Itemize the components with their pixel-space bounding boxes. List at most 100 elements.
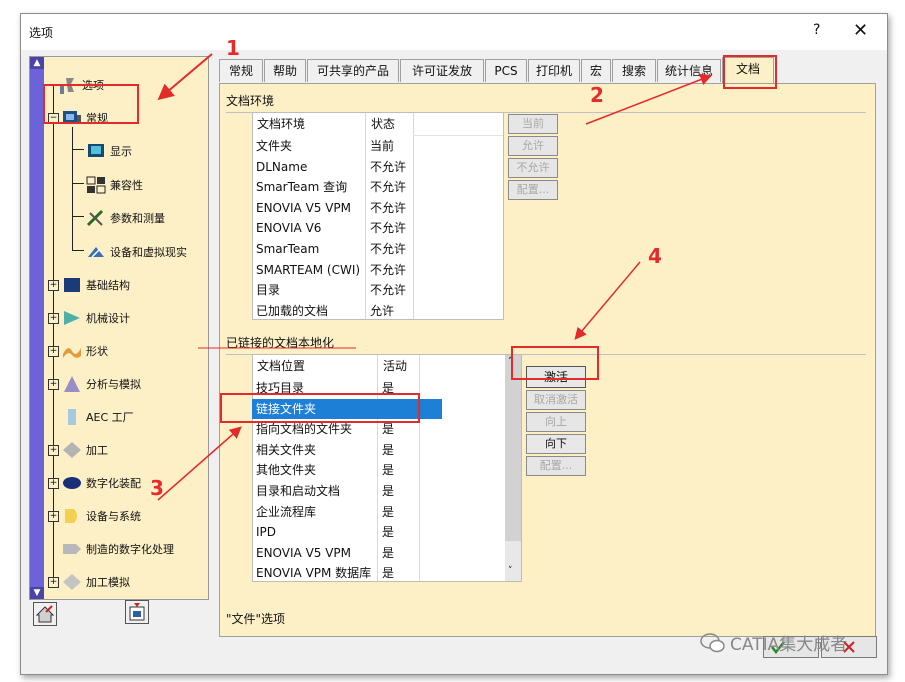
list-item[interactable]: SmarTeam 不允许	[252, 239, 412, 259]
equipment-systems-icon	[65, 509, 77, 523]
list-item-name: SMARTEAM (CWI)	[256, 262, 361, 277]
move-up-button[interactable]: 向上	[526, 412, 586, 432]
export-options-button[interactable]	[125, 600, 149, 624]
wechat-icon	[700, 632, 725, 652]
tree-item-aec-plant[interactable]: AEC 工厂	[62, 407, 134, 427]
digital-process-icon	[63, 544, 81, 554]
deactivate-button[interactable]: 取消激活	[526, 390, 586, 410]
expand-icon[interactable]: +	[48, 577, 59, 588]
list-item-name: SmarTeam	[256, 242, 320, 256]
home-reset-icon	[35, 605, 55, 623]
tree-item-digital-process[interactable]: 制造的数字化处理	[62, 539, 174, 559]
expand-icon[interactable]: +	[48, 313, 59, 324]
footer-caption: "文件"选项	[226, 612, 286, 626]
move-down-button[interactable]: 向下	[526, 434, 586, 454]
linked-col-active[interactable]: 活动	[379, 355, 419, 377]
annotation-box-document-tab	[723, 55, 777, 89]
tree-item-infrastructure[interactable]: 基础结构	[62, 275, 130, 295]
doc-env-col-name[interactable]: 文档环境	[253, 113, 365, 135]
tab-general[interactable]: 常规	[219, 59, 263, 82]
infrastructure-icon	[64, 278, 80, 292]
tab-search[interactable]: 搜索	[612, 59, 656, 82]
tab-printers[interactable]: 打印机	[528, 59, 580, 82]
allow-button[interactable]: 允许	[508, 136, 558, 156]
list-item-status: 不允许	[370, 159, 407, 174]
tree-item-shape[interactable]: 形状	[62, 341, 108, 361]
expand-icon[interactable]: +	[48, 280, 59, 291]
list-item[interactable]: 文件夹 当前	[252, 136, 412, 156]
list-item-status: 是	[382, 442, 395, 457]
set-current-button[interactable]: 当前	[508, 114, 558, 134]
scroll-down-icon[interactable]: ▼	[30, 587, 44, 599]
reset-options-button[interactable]	[33, 602, 57, 626]
tree-scrollbar[interactable]: ▲ ▼	[30, 57, 44, 599]
scroll-down-arrow-icon[interactable]: ˅	[508, 566, 513, 576]
tree-item-equipment-systems[interactable]: 设备与系统	[62, 506, 141, 526]
tree-item-display[interactable]: 显示	[86, 141, 132, 161]
tab-statistics[interactable]: 统计信息	[657, 59, 721, 82]
doc-env-section-label: 文档环境	[226, 94, 275, 108]
list-item-status: 不允许	[370, 180, 407, 195]
scrollbar-thumb[interactable]	[505, 355, 521, 541]
help-button[interactable]: ?	[813, 22, 820, 38]
tree-line	[72, 149, 84, 150]
list-item[interactable]: 目录和启动文档 是	[252, 481, 442, 501]
tree-item-analysis[interactable]: 分析与模拟	[62, 374, 141, 394]
close-button[interactable]: ✕	[853, 20, 868, 41]
list-item[interactable]: ENOVIA VPM 数据库是	[252, 563, 442, 583]
list-item-name: 目录	[256, 283, 281, 298]
tree-item-machining[interactable]: 加工	[62, 440, 108, 460]
list-item[interactable]: ENOVIA V5 VPM 是	[252, 543, 442, 563]
expand-icon[interactable]: +	[48, 379, 59, 390]
tree-item-digital-mockup[interactable]: 数字化装配	[62, 473, 141, 493]
tab-help[interactable]: 帮助	[264, 59, 306, 82]
list-item[interactable]: 已加载的文档 允许	[252, 301, 412, 321]
tree-item-machining-simulation[interactable]: 加工模拟	[62, 572, 130, 592]
configure-env-button[interactable]: 配置...	[508, 180, 558, 200]
expand-icon[interactable]: +	[48, 478, 59, 489]
tab-pcs[interactable]: PCS	[485, 59, 527, 82]
disallow-button[interactable]: 不允许	[508, 158, 558, 178]
doc-env-col-status[interactable]: 状态	[367, 113, 413, 135]
tree-item-mechanical-design[interactable]: 机械设计	[62, 308, 130, 328]
aec-plant-icon	[68, 409, 76, 425]
tree-item-parameters[interactable]: 参数和测量	[86, 208, 165, 228]
list-item-status: 不允许	[370, 283, 407, 298]
tree-item-devices-vr[interactable]: 设备和虚拟现实	[86, 242, 187, 262]
annotation-box-linked-folder	[220, 393, 420, 423]
title-bar: 选项 ? ✕	[21, 14, 887, 50]
shape-icon	[63, 348, 81, 358]
expand-icon[interactable]: +	[48, 445, 59, 456]
list-item[interactable]: 企业流程库 是	[252, 502, 442, 522]
display-icon	[88, 144, 104, 157]
list-item-name: ENOVIA VPM 数据库	[256, 566, 372, 581]
header-line	[413, 135, 503, 136]
tab-shareable-products[interactable]: 可共享的产品	[307, 59, 399, 82]
tab-licensing[interactable]: 许可证发放	[400, 59, 484, 82]
list-item-name: SmarTeam 查询	[256, 180, 348, 195]
list-item[interactable]: 相关文件夹 是	[252, 440, 442, 460]
digital-mockup-icon	[63, 477, 81, 489]
expand-icon[interactable]: +	[48, 511, 59, 522]
list-item[interactable]: ENOVIA V5 VPM 不允许	[252, 198, 412, 218]
options-dialog: 选项 ? ✕ ▲ ▼ 选项 − 常规 显示 兼容性 参数和测量 设备和虚拟现实 …	[20, 13, 888, 675]
list-item[interactable]: 目录 不允许	[252, 280, 412, 300]
list-item-name: ENOVIA V6	[256, 221, 322, 236]
list-item-name: 已加载的文档	[256, 303, 329, 318]
tab-macros[interactable]: 宏	[581, 59, 611, 82]
configure-linked-button[interactable]: 配置...	[526, 456, 586, 476]
list-item-name: DLName	[256, 159, 308, 174]
scroll-up-icon[interactable]: ▲	[30, 57, 44, 69]
machining-icon	[63, 442, 81, 458]
expand-icon[interactable]: +	[48, 346, 59, 357]
export-settings-icon	[129, 603, 145, 621]
tree-item-compatibility[interactable]: 兼容性	[86, 175, 143, 195]
list-item[interactable]: 其他文件夹 是	[252, 460, 442, 480]
linked-col-location[interactable]: 文档位置	[253, 355, 377, 377]
list-item[interactable]: IPD 是	[252, 522, 442, 542]
list-item[interactable]: SmarTeam 查询 不允许	[252, 177, 412, 197]
tree-line	[72, 127, 73, 251]
list-item[interactable]: ENOVIA V6 不允许	[252, 218, 412, 238]
list-item[interactable]: DLName 不允许	[252, 157, 412, 177]
list-item[interactable]: SMARTEAM (CWI) 不允许	[252, 260, 412, 280]
